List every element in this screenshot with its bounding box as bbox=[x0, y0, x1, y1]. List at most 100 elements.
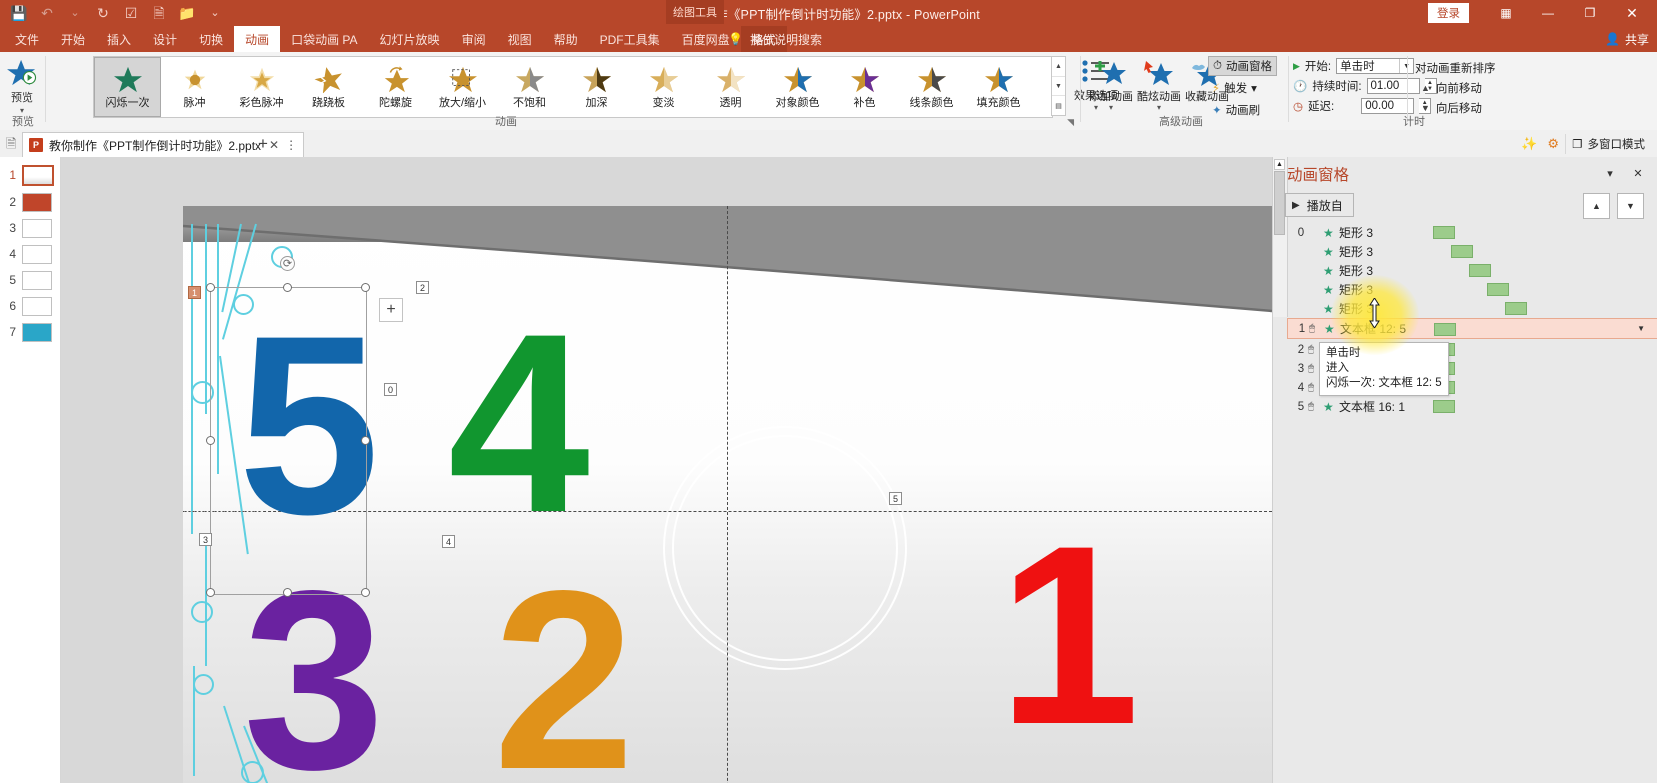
animation-list[interactable]: 0 ★ 矩形 3 ★ 矩形 3 ★ 矩形 3 ★ 矩形 3 ★ 矩形 3 1 🖱… bbox=[1287, 223, 1657, 783]
share-button[interactable]: 👤 共享 bbox=[1605, 26, 1649, 52]
animation-row[interactable]: ★ 矩形 3 bbox=[1287, 280, 1657, 299]
animation-color-pulse[interactable]: 彩色脉冲 bbox=[228, 57, 295, 117]
gallery-scroll-up-icon[interactable]: ▲ bbox=[1052, 57, 1065, 77]
new-tab-icon[interactable]: + bbox=[258, 134, 268, 154]
animation-pane[interactable]: ▲ 动画窗格 ▾ ✕ ▶ 播放自 ▲ ▼ 0 ★ 矩形 3 ★ 矩形 3 ★ 矩… bbox=[1272, 157, 1657, 783]
settings-gear-icon[interactable]: ⚙ bbox=[1541, 131, 1565, 157]
tab-slideshow[interactable]: 幻灯片放映 bbox=[369, 26, 451, 52]
selection-handle-bl[interactable] bbox=[206, 588, 215, 597]
animation-tag-0[interactable]: 0 bbox=[384, 383, 401, 400]
animation-tag-3[interactable]: 3 bbox=[199, 533, 212, 546]
animation-darken[interactable]: 加深 bbox=[563, 57, 630, 117]
animation-pulse[interactable]: 脉冲 bbox=[161, 57, 228, 117]
add-animation-button[interactable]: 添加动画 ▾ bbox=[1085, 56, 1137, 121]
rotate-handle[interactable]: ⟳ bbox=[280, 256, 295, 271]
animation-tag-4[interactable]: 4 bbox=[442, 535, 455, 548]
selection-handle-tc[interactable] bbox=[283, 283, 292, 292]
animation-timeline-bar[interactable] bbox=[1505, 302, 1527, 315]
move-animation-up-button[interactable]: ▲ bbox=[1583, 193, 1610, 219]
selection-handle-mr[interactable] bbox=[361, 436, 370, 445]
tab-help[interactable]: 帮助 bbox=[543, 26, 589, 52]
animation-blink-once[interactable]: 闪烁一次 bbox=[94, 57, 161, 117]
close-icon[interactable]: ✕ bbox=[1611, 0, 1653, 26]
animation-timeline-bar[interactable] bbox=[1433, 226, 1455, 239]
start-select[interactable]: 单击时 ▼ bbox=[1336, 58, 1415, 74]
minimize-icon[interactable]: — bbox=[1527, 0, 1569, 26]
tab-pdf-tools[interactable]: PDF工具集 bbox=[589, 26, 671, 52]
animation-tag-1[interactable]: 1 bbox=[188, 286, 201, 299]
animation-row[interactable]: 5 🖱 ★ 文本框 16: 1 bbox=[1287, 397, 1657, 416]
trigger-dropdown-icon[interactable]: ▾ bbox=[1251, 81, 1257, 95]
ribbon-display-options-icon[interactable]: ▦ bbox=[1485, 0, 1527, 26]
countdown-number-4[interactable]: 4 bbox=[448, 296, 590, 551]
cool-animation-dropdown-icon[interactable]: ▾ bbox=[1157, 104, 1161, 112]
selection-handle-tl[interactable] bbox=[206, 283, 215, 292]
tab-animations[interactable]: 动画 bbox=[234, 26, 281, 52]
tab-file[interactable]: 文件 bbox=[4, 26, 50, 52]
gallery-scrollbar[interactable]: ▲ ▼ ▤ bbox=[1051, 56, 1066, 116]
thumbnail-scrollbar[interactable]: ▲ bbox=[1273, 157, 1288, 317]
shape-selection-box[interactable] bbox=[210, 287, 367, 595]
thumbnail-slide-6[interactable]: 6 bbox=[0, 293, 60, 319]
animation-pane-button[interactable]: ⏱ 动画窗格 bbox=[1208, 56, 1277, 76]
duration-input[interactable]: 01.00 bbox=[1366, 78, 1420, 94]
close-tab-icon[interactable]: ✕ bbox=[269, 138, 279, 152]
selection-handle-tr[interactable] bbox=[361, 283, 370, 292]
animation-complement-color[interactable]: 补色 bbox=[831, 57, 898, 117]
play-from-button[interactable]: ▶ 播放自 bbox=[1285, 193, 1354, 217]
animation-row[interactable]: ★ 矩形 3 bbox=[1287, 299, 1657, 318]
sign-in-button[interactable]: 登录 bbox=[1428, 3, 1469, 23]
selection-handle-br[interactable] bbox=[361, 588, 370, 597]
scroll-thumb[interactable] bbox=[1274, 171, 1285, 235]
animation-tag-2[interactable]: 2 bbox=[416, 281, 429, 294]
animation-row-dropdown-icon[interactable]: ▼ bbox=[1637, 324, 1645, 333]
tab-view[interactable]: 视图 bbox=[497, 26, 543, 52]
animation-tag-5[interactable]: 5 bbox=[889, 492, 902, 505]
animation-timeline-bar[interactable] bbox=[1434, 323, 1456, 336]
gallery-scroll-down-icon[interactable]: ▼ bbox=[1052, 77, 1065, 97]
tab-more-icon[interactable]: ⋮ bbox=[285, 138, 297, 152]
animation-grow-shrink[interactable]: 放大/缩小 bbox=[429, 57, 496, 117]
thumbnail-slide-2[interactable]: 2 bbox=[0, 189, 60, 215]
gallery-more-icon[interactable]: ▤ bbox=[1052, 96, 1065, 115]
animation-object-color[interactable]: 对象颜色 bbox=[764, 57, 831, 117]
animation-row[interactable]: ★ 矩形 3 bbox=[1287, 242, 1657, 261]
tab-strip-menu-icon[interactable]: 🗎 bbox=[6, 135, 16, 157]
trigger-button[interactable]: ⚡ 触发 ▾ bbox=[1208, 78, 1261, 98]
animation-row[interactable]: 0 ★ 矩形 3 bbox=[1287, 223, 1657, 242]
animation-timeline-bar[interactable] bbox=[1487, 283, 1509, 296]
thumbnail-slide-1[interactable]: 1 bbox=[0, 162, 60, 188]
add-animation-dropdown-icon[interactable]: ▾ bbox=[1109, 104, 1113, 112]
multi-window-mode-button[interactable]: ❐ 多窗口模式 bbox=[1565, 133, 1653, 154]
countdown-number-2[interactable]: 2 bbox=[493, 553, 635, 783]
animation-line-color[interactable]: 线条颜色 bbox=[898, 57, 965, 117]
animation-desaturate[interactable]: 不饱和 bbox=[496, 57, 563, 117]
animation-timeline-bar[interactable] bbox=[1451, 245, 1473, 258]
countdown-number-3[interactable]: 3 bbox=[243, 553, 385, 783]
tab-home[interactable]: 开始 bbox=[50, 26, 96, 52]
slide-thumbnail-pane[interactable]: 1 2 3 4 5 6 7 bbox=[0, 157, 61, 783]
selection-handle-bc[interactable] bbox=[283, 588, 292, 597]
move-animation-down-button[interactable]: ▼ bbox=[1617, 193, 1644, 219]
vertical-guide[interactable] bbox=[727, 206, 728, 783]
thumbnail-slide-7[interactable]: 7 bbox=[0, 319, 60, 345]
pane-close-icon[interactable]: ✕ bbox=[1628, 164, 1648, 182]
tab-transitions[interactable]: 切换 bbox=[188, 26, 234, 52]
animation-fill-color[interactable]: 填充颜色 bbox=[965, 57, 1032, 117]
slide-surface[interactable]: 5 4 3 2 1 ⟳ 1 2 0 3 4 5 + bbox=[183, 206, 1272, 783]
animation-row-selected[interactable]: 1 🖱 ★ 文本框 12: 5 ▼ bbox=[1287, 318, 1657, 339]
animation-timeline-bar[interactable] bbox=[1469, 264, 1491, 277]
tab-design[interactable]: 设计 bbox=[142, 26, 188, 52]
animation-lighten[interactable]: 变淡 bbox=[630, 57, 697, 117]
tab-review[interactable]: 审阅 bbox=[451, 26, 497, 52]
move-earlier-button[interactable]: ▲ 向前移动 bbox=[1421, 80, 1482, 96]
tab-pocket-animation[interactable]: 口袋动画 PA bbox=[280, 26, 368, 52]
selection-handle-ml[interactable] bbox=[206, 436, 215, 445]
tell-me-search[interactable]: 💡 操作说明搜索 bbox=[728, 26, 822, 52]
restore-icon[interactable]: ❐ bbox=[1569, 0, 1611, 26]
thumbnail-slide-5[interactable]: 5 bbox=[0, 267, 60, 293]
animation-timeline-bar[interactable] bbox=[1433, 400, 1455, 413]
countdown-number-1[interactable]: 1 bbox=[998, 508, 1140, 763]
cool-animation-button[interactable]: 酷炫动画 ▾ bbox=[1133, 56, 1185, 121]
animation-spin[interactable]: 陀螺旋 bbox=[362, 57, 429, 117]
